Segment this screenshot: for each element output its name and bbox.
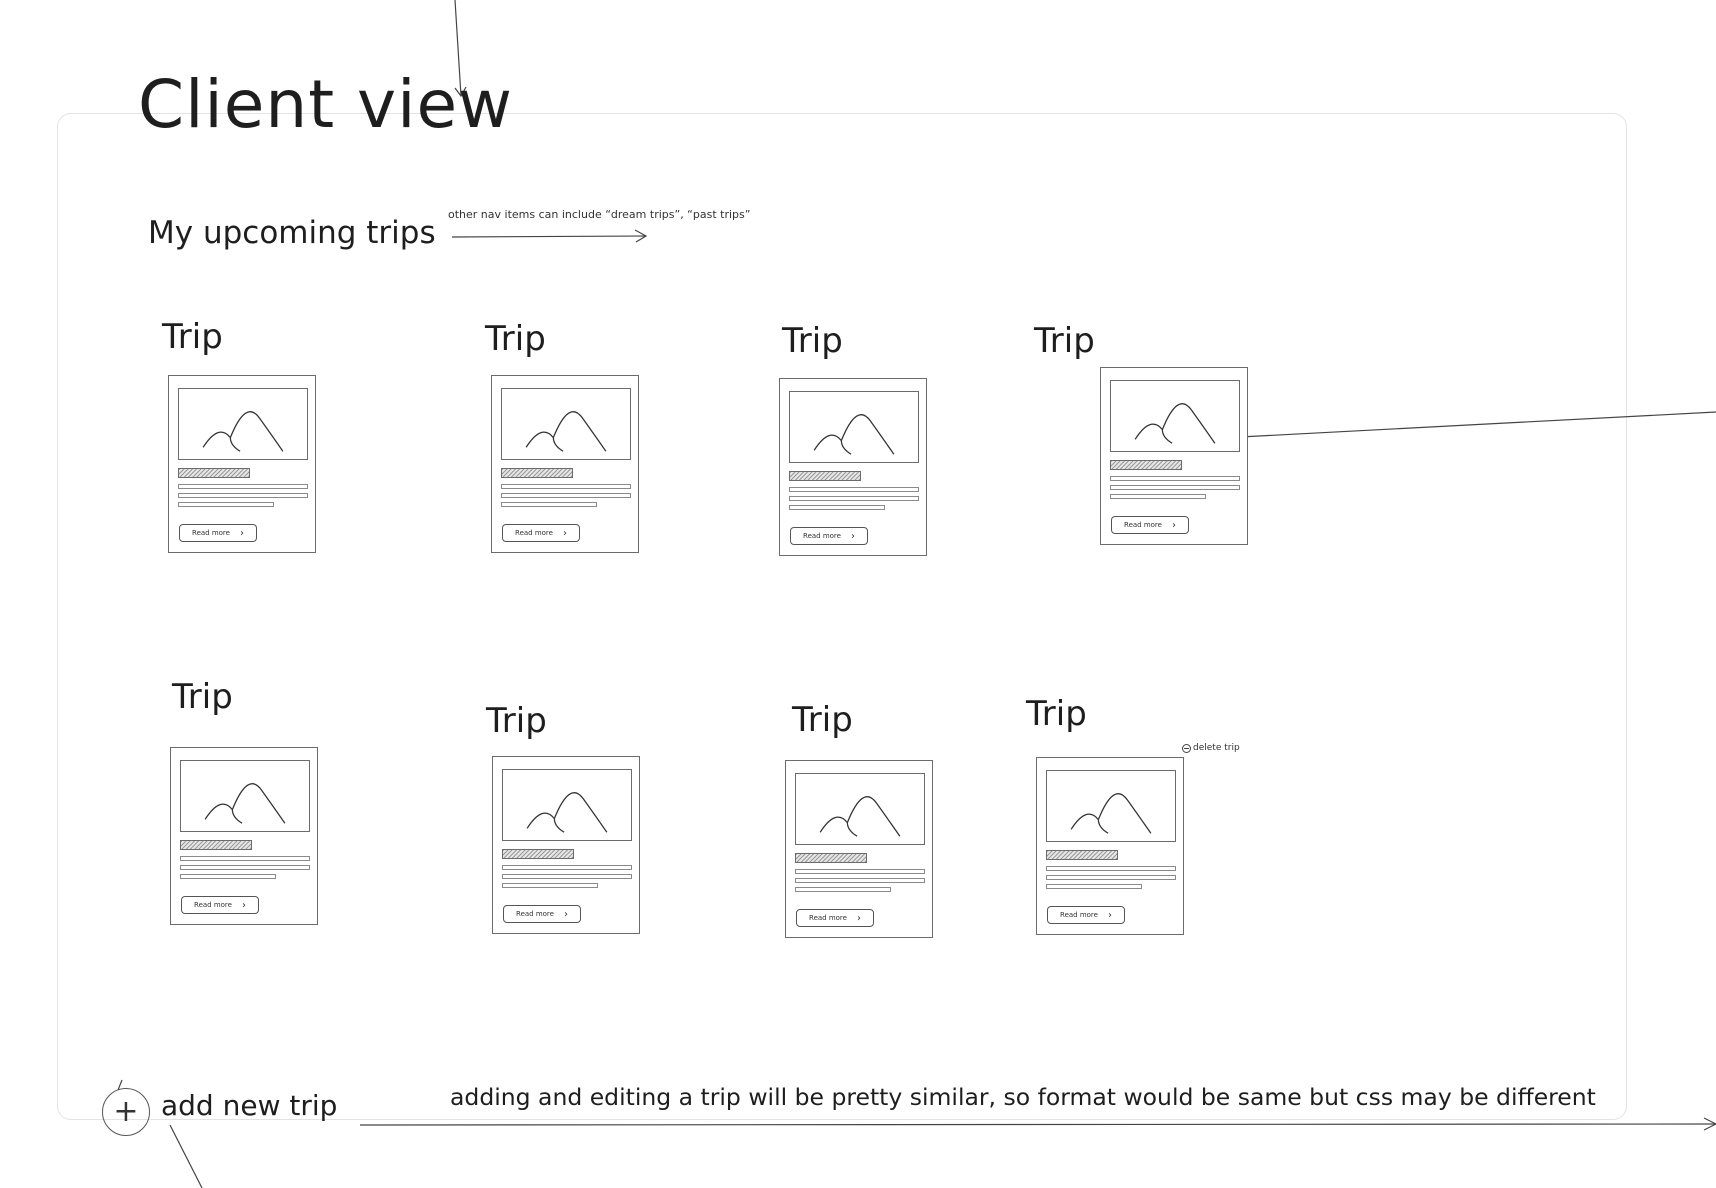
trip-heading-placeholder [789, 471, 861, 481]
text-line-placeholder [178, 502, 274, 507]
trip-image-placeholder [178, 388, 308, 460]
trip-title: Trip [1034, 321, 1095, 361]
text-line-placeholder [178, 493, 308, 498]
read-more-label: Read more [1124, 521, 1162, 529]
delete-trip-button[interactable]: delete trip [1182, 743, 1240, 753]
delete-trip-label: delete trip [1193, 743, 1240, 753]
trip-title: Trip [782, 321, 843, 361]
read-more-button[interactable]: Read more › [1047, 906, 1125, 924]
text-line-placeholder [180, 856, 310, 861]
chevron-right-icon: › [562, 527, 567, 539]
trip-title: Trip [486, 701, 547, 741]
trip-title: Trip [1026, 694, 1087, 734]
text-line-placeholder [501, 484, 631, 489]
text-line-placeholder [502, 874, 632, 879]
client-view-frame [57, 113, 1627, 1120]
trip-title: Trip [792, 700, 853, 740]
text-line-placeholder [501, 493, 631, 498]
read-more-button[interactable]: Read more › [503, 905, 581, 923]
trip-title: Trip [485, 319, 546, 359]
trip-card[interactable]: Read more › [779, 378, 927, 556]
text-line-placeholder [178, 484, 308, 489]
chevron-right-icon: › [856, 912, 861, 924]
text-line-placeholder [180, 874, 276, 879]
trip-image-placeholder [502, 769, 632, 841]
read-more-label: Read more [809, 914, 847, 922]
trip-heading-placeholder [1110, 460, 1182, 470]
read-more-button[interactable]: Read more › [502, 524, 580, 542]
trip-image-placeholder [1110, 380, 1240, 452]
text-line-placeholder [795, 869, 925, 874]
text-line-placeholder [1046, 884, 1142, 889]
trip-card[interactable]: Read more › [492, 756, 640, 934]
read-more-label: Read more [194, 901, 232, 909]
chevron-right-icon: › [241, 899, 246, 911]
text-line-placeholder [1110, 485, 1240, 490]
trip-card[interactable]: Read more › [1036, 757, 1184, 935]
trip-card[interactable]: Read more › [168, 375, 316, 553]
minus-circle-icon [1182, 743, 1191, 753]
trip-card[interactable]: Read more › [491, 375, 639, 553]
chevron-right-icon: › [563, 908, 568, 920]
trip-card[interactable]: Read more › [170, 747, 318, 925]
read-more-label: Read more [516, 910, 554, 918]
trip-image-placeholder [1046, 770, 1176, 842]
nav-note: other nav items can include “dream trips… [448, 208, 751, 221]
read-more-label: Read more [515, 529, 553, 537]
plus-icon: + [113, 1094, 139, 1129]
trip-image-placeholder [789, 391, 919, 463]
chevron-right-icon: › [239, 527, 244, 539]
trip-heading-placeholder [795, 853, 867, 863]
read-more-button[interactable]: Read more › [1111, 516, 1189, 534]
text-line-placeholder [789, 496, 919, 501]
bottom-note: adding and editing a trip will be pretty… [450, 1083, 1596, 1111]
chevron-right-icon: › [1171, 519, 1176, 531]
text-line-placeholder [1046, 866, 1176, 871]
read-more-button[interactable]: Read more › [181, 896, 259, 914]
trip-title: Trip [172, 677, 233, 717]
trip-image-placeholder [795, 773, 925, 845]
trip-image-placeholder [501, 388, 631, 460]
trip-heading-placeholder [180, 840, 252, 850]
text-line-placeholder [795, 887, 891, 892]
read-more-label: Read more [1060, 911, 1098, 919]
text-line-placeholder [180, 865, 310, 870]
text-line-placeholder [1110, 476, 1240, 481]
trip-heading-placeholder [1046, 850, 1118, 860]
add-trip-button[interactable]: + [102, 1088, 150, 1136]
read-more-button[interactable]: Read more › [790, 527, 868, 545]
text-line-placeholder [502, 865, 632, 870]
chevron-right-icon: › [1107, 909, 1112, 921]
text-line-placeholder [789, 487, 919, 492]
read-more-button[interactable]: Read more › [179, 524, 257, 542]
arrow-add-down [169, 1124, 203, 1188]
trip-heading-placeholder [178, 468, 250, 478]
section-title: My upcoming trips [148, 215, 436, 251]
trip-image-placeholder [180, 760, 310, 832]
text-line-placeholder [502, 883, 598, 888]
trip-title: Trip [162, 317, 223, 357]
page-title: Client view [138, 66, 514, 143]
add-trip-label: add new trip [161, 1089, 338, 1122]
read-more-label: Read more [803, 532, 841, 540]
trip-heading-placeholder [502, 849, 574, 859]
read-more-button[interactable]: Read more › [796, 909, 874, 927]
text-line-placeholder [1046, 875, 1176, 880]
read-more-label: Read more [192, 529, 230, 537]
text-line-placeholder [1110, 494, 1206, 499]
text-line-placeholder [501, 502, 597, 507]
text-line-placeholder [789, 505, 885, 510]
trip-card[interactable]: Read more › [1100, 367, 1248, 545]
text-line-placeholder [795, 878, 925, 883]
trip-card[interactable]: Read more › [785, 760, 933, 938]
trip-heading-placeholder [501, 468, 573, 478]
arrow-bottom-right [359, 1123, 1716, 1126]
chevron-right-icon: › [850, 530, 855, 542]
